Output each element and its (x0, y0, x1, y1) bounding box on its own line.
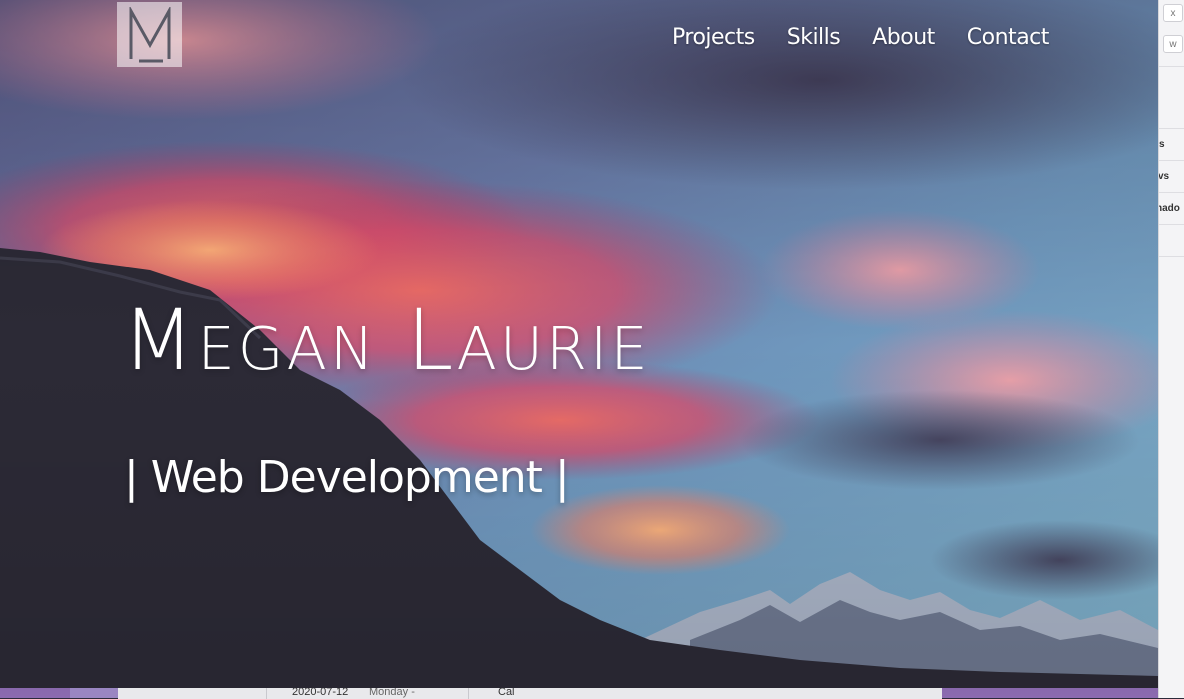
background-w-button[interactable]: w (1163, 35, 1183, 53)
background-row: vs (1158, 171, 1170, 182)
nav-contact-link[interactable]: Contact (951, 24, 1065, 54)
hero-tagline: | Web Development | (124, 452, 570, 503)
background-window: x w s vs hado (1158, 0, 1184, 698)
divider (1159, 224, 1184, 225)
site-logo[interactable] (117, 2, 182, 67)
main-nav: Projects Skills About Contact (656, 24, 1065, 54)
divider (1159, 192, 1184, 193)
nav-skills-link[interactable]: Skills (771, 24, 857, 54)
portfolio-page: Projects Skills About Contact Megan Laur… (0, 0, 1158, 688)
nav-about-link[interactable]: About (856, 24, 951, 54)
background-close-button[interactable]: x (1163, 4, 1183, 22)
divider (1159, 160, 1184, 161)
background-row: s (1159, 139, 1165, 150)
divider (1159, 128, 1184, 129)
divider (1159, 256, 1184, 257)
dock-fragment (70, 688, 118, 698)
divider (1159, 66, 1184, 67)
divider (266, 687, 267, 699)
nav-projects-link[interactable]: Projects (656, 24, 771, 54)
logo-icon (129, 6, 170, 62)
hero-name: Megan Laurie (122, 291, 651, 389)
background-row: hado (1158, 203, 1180, 214)
divider (468, 687, 469, 699)
